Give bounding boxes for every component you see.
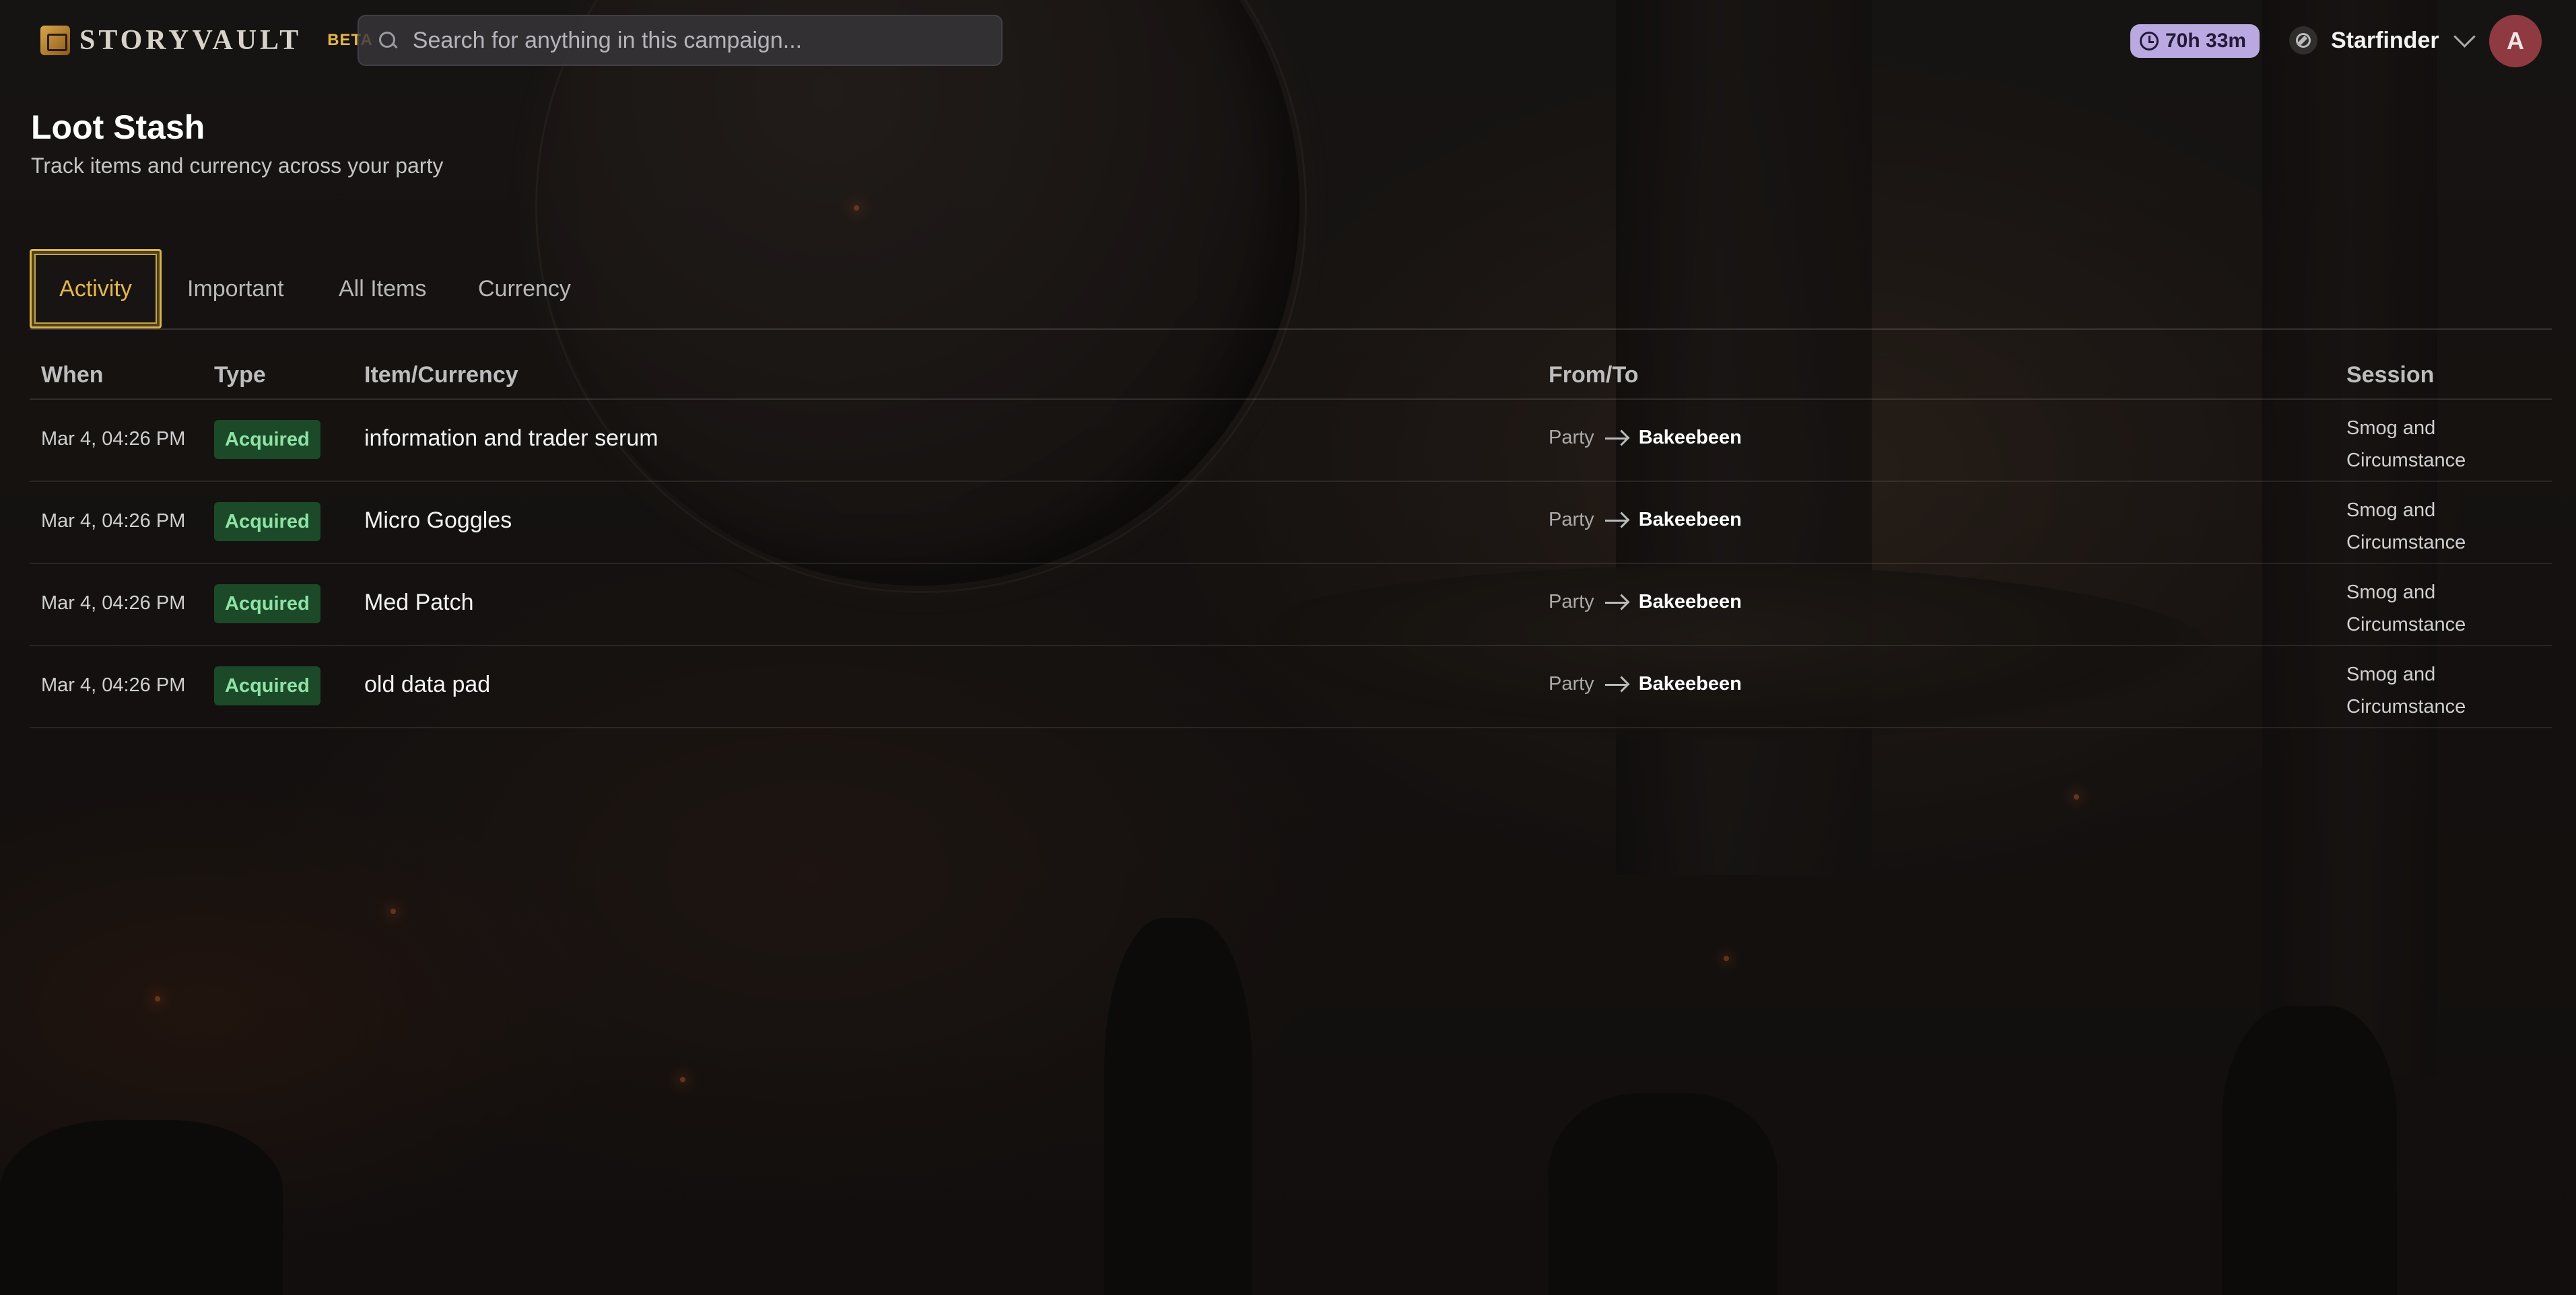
row-when: Mar 4, 04:26 PM	[41, 510, 186, 532]
session-line-1: Smog and	[2346, 664, 2436, 685]
row-from-to: Party Bakeebeen	[1549, 591, 1742, 613]
type-badge: Acquired	[214, 584, 320, 623]
arrow-right-icon	[1604, 430, 1628, 446]
tab-all-items[interactable]: All Items	[339, 249, 426, 328]
column-header-from-to[interactable]: From/To	[1549, 362, 1638, 388]
campaign-name: Starfinder	[2331, 27, 2439, 53]
row-when: Mar 4, 04:26 PM	[41, 674, 186, 696]
brand-name: STORYVAULT	[79, 25, 302, 56]
user-avatar[interactable]: A	[2489, 15, 2542, 67]
search-icon	[379, 32, 397, 49]
tab-bar: Activity Important All Items Currency	[30, 249, 2552, 330]
session-line-2: Circumstance	[2346, 614, 2466, 635]
play-time-badge[interactable]: 70h 33m	[2130, 24, 2260, 58]
column-header-when[interactable]: When	[41, 362, 104, 388]
type-badge: Acquired	[214, 666, 320, 705]
tab-currency[interactable]: Currency	[478, 249, 571, 328]
row-session[interactable]: Smog and Circumstance	[2346, 658, 2521, 723]
column-header-type[interactable]: Type	[214, 362, 266, 388]
row-session[interactable]: Smog and Circumstance	[2346, 412, 2521, 477]
table-row[interactable]: Mar 4, 04:26 PM Acquired Micro Goggles P…	[30, 482, 2552, 564]
search-input[interactable]	[411, 26, 1001, 55]
arrow-right-icon	[1604, 676, 1628, 693]
logo-icon	[40, 26, 70, 55]
to-character[interactable]: Bakeebeen	[1639, 427, 1742, 449]
play-time-value: 70h 33m	[2165, 30, 2247, 52]
row-from-to: Party Bakeebeen	[1549, 673, 1742, 695]
row-session[interactable]: Smog and Circumstance	[2346, 494, 2521, 559]
campaign-selector[interactable]: Starfinder	[2289, 20, 2476, 61]
row-from-to: Party Bakeebeen	[1549, 427, 1742, 449]
from-label: Party	[1549, 509, 1594, 530]
to-character[interactable]: Bakeebeen	[1639, 673, 1742, 695]
compass-icon	[2289, 26, 2317, 55]
session-line-1: Smog and	[2346, 582, 2436, 603]
row-item[interactable]: information and trader serum	[364, 425, 658, 452]
brand-logo[interactable]: STORYVAULT BETA	[40, 24, 373, 57]
search-bar[interactable]	[358, 15, 1003, 66]
page-subtitle: Track items and currency across your par…	[31, 153, 444, 178]
table-row[interactable]: Mar 4, 04:26 PM Acquired old data pad Pa…	[30, 646, 2552, 728]
top-bar: STORYVAULT BETA 70h 33m Starfinder A	[0, 0, 2576, 81]
chevron-down-icon	[2453, 25, 2476, 48]
session-line-2: Circumstance	[2346, 450, 2466, 471]
tab-important[interactable]: Important	[187, 249, 284, 328]
row-from-to: Party Bakeebeen	[1549, 509, 1742, 531]
row-when: Mar 4, 04:26 PM	[41, 592, 186, 614]
session-line-2: Circumstance	[2346, 532, 2466, 553]
row-item[interactable]: old data pad	[364, 672, 490, 698]
session-line-1: Smog and	[2346, 499, 2436, 521]
to-character[interactable]: Bakeebeen	[1639, 591, 1742, 613]
row-item[interactable]: Med Patch	[364, 590, 474, 616]
arrow-right-icon	[1604, 594, 1628, 610]
to-character[interactable]: Bakeebeen	[1639, 509, 1742, 531]
page-title: Loot Stash	[31, 108, 205, 146]
from-label: Party	[1549, 591, 1594, 612]
column-header-item[interactable]: Item/Currency	[364, 362, 518, 388]
clock-icon	[2140, 32, 2159, 50]
tab-activity[interactable]: Activity	[30, 249, 162, 328]
session-line-1: Smog and	[2346, 417, 2436, 439]
type-badge: Acquired	[214, 420, 320, 459]
table-row[interactable]: Mar 4, 04:26 PM Acquired information and…	[30, 400, 2552, 482]
session-line-2: Circumstance	[2346, 696, 2466, 718]
row-session[interactable]: Smog and Circumstance	[2346, 576, 2521, 641]
activity-table: When Type Item/Currency From/To Session …	[30, 350, 2552, 728]
column-header-session[interactable]: Session	[2346, 362, 2434, 388]
arrow-right-icon	[1604, 512, 1628, 528]
row-item[interactable]: Micro Goggles	[364, 508, 512, 534]
from-label: Party	[1549, 673, 1594, 695]
row-when: Mar 4, 04:26 PM	[41, 428, 186, 450]
type-badge: Acquired	[214, 502, 320, 541]
from-label: Party	[1549, 427, 1594, 448]
table-header: When Type Item/Currency From/To Session	[30, 350, 2552, 400]
table-row[interactable]: Mar 4, 04:26 PM Acquired Med Patch Party…	[30, 564, 2552, 646]
